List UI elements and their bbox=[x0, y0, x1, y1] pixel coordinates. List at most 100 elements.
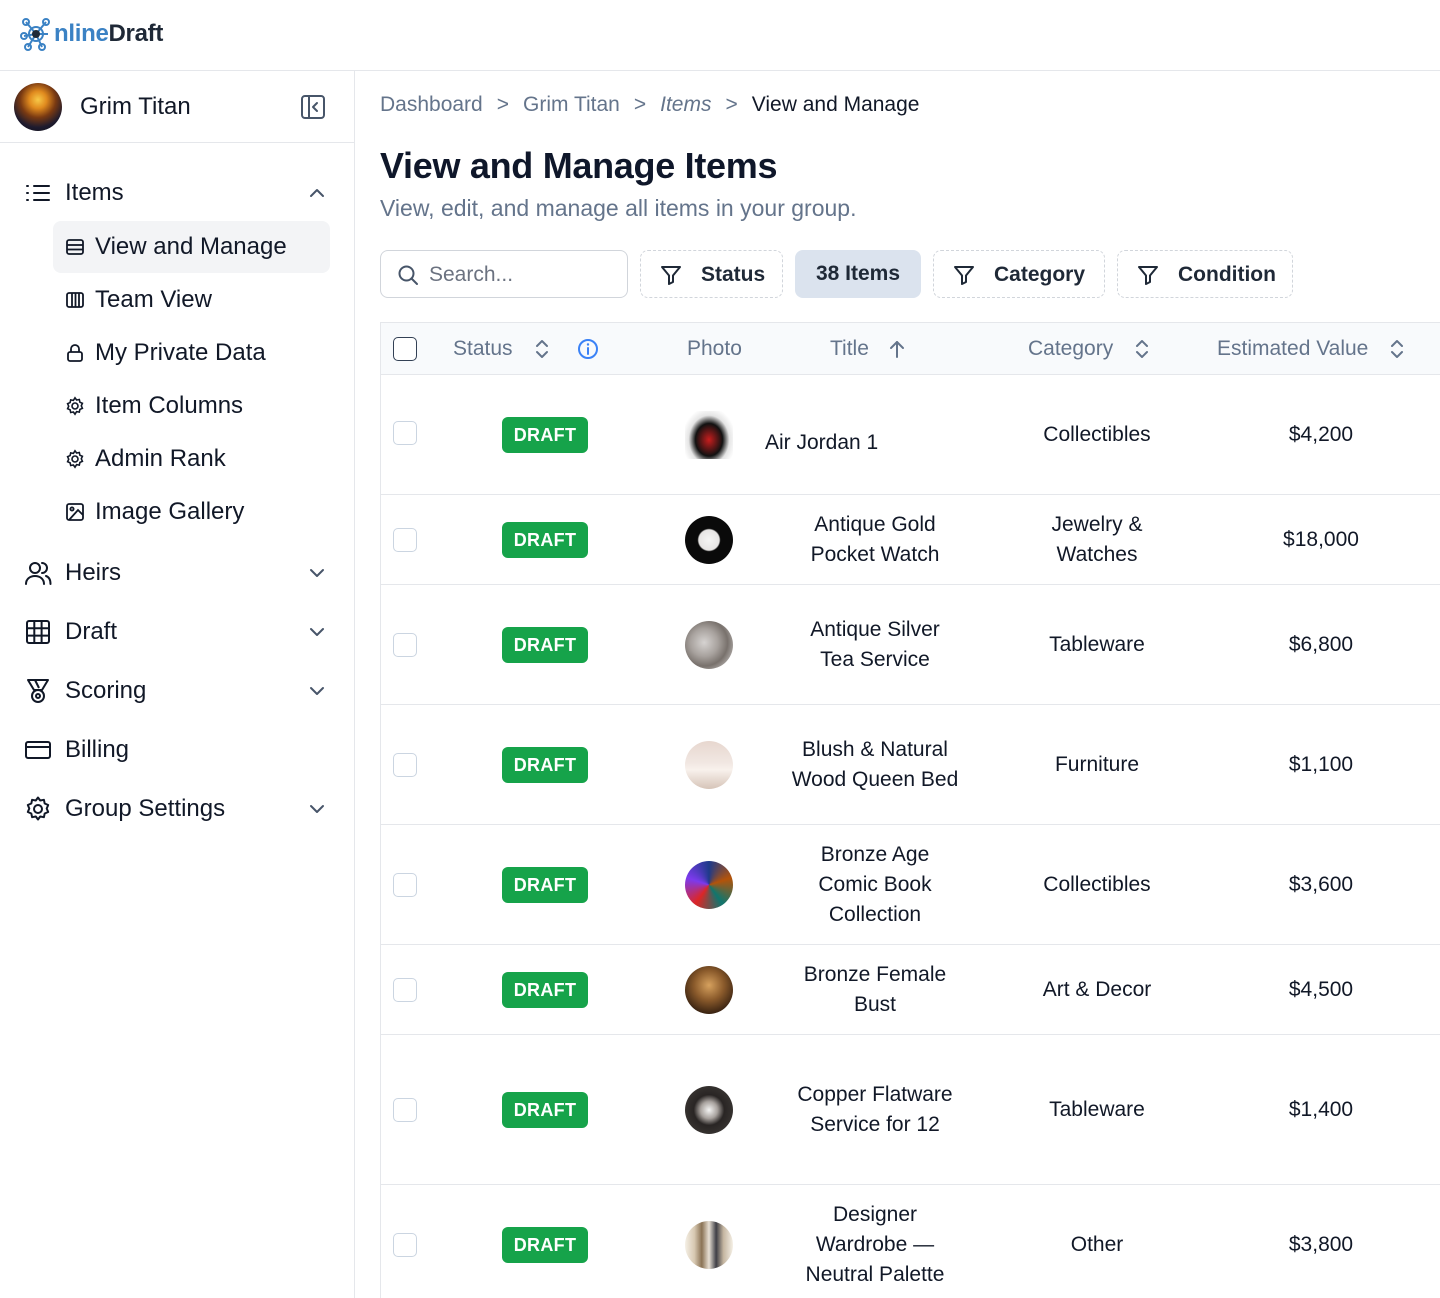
category-filter-button[interactable]: Category bbox=[933, 250, 1105, 298]
table-row[interactable]: DRAFT Designer Wardrobe — Neutral Palette … bbox=[381, 1185, 1440, 1298]
breadcrumb-grim-titan[interactable]: Grim Titan bbox=[523, 93, 620, 117]
gear-icon bbox=[65, 449, 85, 469]
row-checkbox[interactable] bbox=[393, 872, 417, 897]
sidebar-item-view-and-manage[interactable]: View and Manage bbox=[53, 221, 330, 273]
chevron-down-icon[interactable] bbox=[305, 620, 329, 644]
status-badge: DRAFT bbox=[501, 971, 589, 1008]
sidebar-item-billing[interactable]: Billing bbox=[0, 726, 354, 774]
row-checkbox-cell bbox=[393, 1035, 417, 1184]
table-row[interactable]: DRAFT Bronze Age Comic Book Collection Col… bbox=[381, 825, 1440, 945]
sidebar-item-group-settings[interactable]: Group Settings bbox=[0, 785, 354, 833]
item-photo[interactable] bbox=[685, 410, 733, 459]
estimated-value-cell: $4,500 bbox=[1221, 945, 1421, 1034]
item-photo[interactable] bbox=[685, 740, 733, 789]
item-photo[interactable] bbox=[685, 515, 733, 564]
table-row[interactable]: DRAFT Air Jordan 1 Collectibles $4,200 bbox=[381, 375, 1440, 495]
item-category-line: Jewelry & bbox=[1051, 512, 1143, 536]
item-title-line: Air Jordan 1 bbox=[765, 430, 879, 454]
item-category-line: Tableware bbox=[1049, 632, 1145, 656]
users-icon bbox=[24, 559, 52, 587]
status-badge: DRAFT bbox=[501, 1226, 589, 1263]
row-checkbox[interactable] bbox=[393, 420, 417, 445]
filter-icon bbox=[954, 266, 974, 285]
sidebar-item-items[interactable]: Items bbox=[0, 169, 354, 217]
item-title-line: Bust bbox=[853, 992, 897, 1016]
sidebar-item-item-columns[interactable]: Item Columns bbox=[53, 380, 330, 432]
filter-toolbar: Status 38 Items Category Condition bbox=[380, 250, 1440, 298]
avatar[interactable] bbox=[14, 83, 62, 131]
estimated-value-cell: $6,800 bbox=[1221, 585, 1421, 704]
status-cell: DRAFT bbox=[475, 1185, 615, 1298]
sidebar-item-label: Team View bbox=[95, 286, 212, 313]
sidebar-item-image-gallery[interactable]: Image Gallery bbox=[53, 486, 330, 538]
info-icon[interactable] bbox=[577, 338, 599, 360]
item-title-line: Bronze Age bbox=[820, 842, 930, 866]
table-row[interactable]: DRAFT Bronze Female Bust Art & Decor $4,5… bbox=[381, 945, 1440, 1035]
search-icon bbox=[398, 265, 418, 285]
sort-icon[interactable] bbox=[1388, 338, 1406, 360]
status-badge: DRAFT bbox=[501, 1091, 589, 1128]
item-category-line: Watches bbox=[1056, 542, 1138, 566]
select-all-checkbox-cell bbox=[393, 323, 417, 375]
condition-filter-label: Condition bbox=[1178, 263, 1276, 286]
breadcrumb: Dashboard > Grim Titan > Items > View an… bbox=[380, 93, 919, 117]
row-checkbox-cell bbox=[393, 375, 417, 494]
status-cell: DRAFT bbox=[475, 1035, 615, 1184]
breadcrumb-dashboard[interactable]: Dashboard bbox=[380, 93, 483, 117]
sidebar-item-scoring[interactable]: Scoring bbox=[0, 667, 354, 715]
chevron-up-icon[interactable] bbox=[305, 181, 329, 205]
table-row[interactable]: DRAFT Copper Flatware Service for 12 Tabl… bbox=[381, 1035, 1440, 1185]
row-checkbox[interactable] bbox=[393, 527, 417, 552]
estimated-value-cell: $18,000 bbox=[1221, 495, 1421, 584]
table-row[interactable]: DRAFT Antique Gold Pocket Watch Jewelry &… bbox=[381, 495, 1440, 585]
collapse-sidebar-icon[interactable] bbox=[299, 93, 327, 121]
chevron-down-icon[interactable] bbox=[305, 679, 329, 703]
search-input[interactable] bbox=[429, 261, 619, 289]
row-checkbox[interactable] bbox=[393, 1232, 417, 1257]
item-photo[interactable] bbox=[685, 860, 733, 909]
table-row[interactable]: DRAFT Blush & Natural Wood Queen Bed Furn… bbox=[381, 705, 1440, 825]
chevron-down-icon[interactable] bbox=[305, 561, 329, 585]
sidebar-item-draft[interactable]: Draft bbox=[0, 608, 354, 656]
title-cell[interactable]: Copper Flatware Service for 12 bbox=[765, 1035, 985, 1184]
sidebar-item-my-private-data[interactable]: My Private Data bbox=[53, 327, 330, 379]
logo[interactable]: nlineDraft bbox=[16, 14, 163, 54]
title-cell[interactable]: Air Jordan 1 bbox=[765, 375, 985, 494]
category-column-header[interactable]: Category bbox=[1028, 323, 1151, 375]
title-cell[interactable]: Designer Wardrobe — Neutral Palette bbox=[765, 1185, 985, 1298]
item-photo[interactable] bbox=[685, 1220, 733, 1269]
title-cell[interactable]: Antique Silver Tea Service bbox=[765, 585, 985, 704]
sidebar-item-team-view[interactable]: Team View bbox=[53, 274, 330, 326]
sidebar-item-heirs[interactable]: Heirs bbox=[0, 549, 354, 597]
status-badge: DRAFT bbox=[501, 866, 589, 903]
row-checkbox[interactable] bbox=[393, 752, 417, 777]
item-photo[interactable] bbox=[685, 1085, 733, 1134]
row-checkbox[interactable] bbox=[393, 632, 417, 657]
row-checkbox[interactable] bbox=[393, 977, 417, 1002]
condition-filter-button[interactable]: Condition bbox=[1117, 250, 1293, 298]
estimated-value-column-header[interactable]: Estimated Value bbox=[1217, 323, 1406, 375]
item-photo[interactable] bbox=[685, 620, 733, 669]
title-cell[interactable]: Bronze Age Comic Book Collection bbox=[765, 825, 985, 944]
lock-icon bbox=[65, 343, 85, 363]
status-column-header[interactable]: Status bbox=[453, 323, 599, 375]
estimated-value: $4,200 bbox=[1288, 422, 1354, 446]
title-cell[interactable]: Bronze Female Bust bbox=[765, 945, 985, 1034]
row-checkbox[interactable] bbox=[393, 1097, 417, 1122]
sidebar-item-label: Group Settings bbox=[65, 795, 226, 822]
sort-icon[interactable] bbox=[533, 338, 551, 360]
sidebar-item-admin-rank[interactable]: Admin Rank bbox=[53, 433, 330, 485]
breadcrumb-items[interactable]: Items bbox=[660, 93, 711, 117]
item-photo[interactable] bbox=[685, 965, 733, 1014]
sort-icon[interactable] bbox=[1133, 338, 1151, 360]
table-row[interactable]: DRAFT Antique Silver Tea Service Tablewar… bbox=[381, 585, 1440, 705]
title-cell[interactable]: Blush & Natural Wood Queen Bed bbox=[765, 705, 985, 824]
sidebar-item-label: Items bbox=[65, 179, 124, 206]
title-cell[interactable]: Antique Gold Pocket Watch bbox=[765, 495, 985, 584]
item-title-line: Wood Queen Bed bbox=[791, 767, 959, 791]
sort-ascending-icon[interactable] bbox=[887, 338, 907, 360]
chevron-down-icon[interactable] bbox=[305, 797, 329, 821]
select-all-checkbox[interactable] bbox=[393, 337, 417, 361]
status-filter-button[interactable]: Status bbox=[640, 250, 783, 298]
title-column-header[interactable]: Title bbox=[830, 323, 907, 375]
